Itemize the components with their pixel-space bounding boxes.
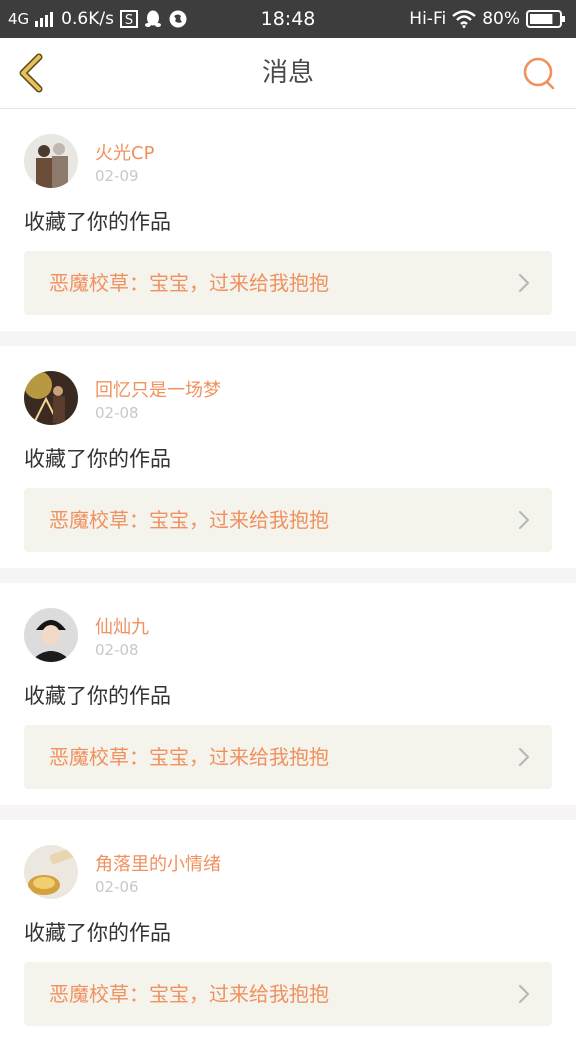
username[interactable]: 角落里的小情绪 [95, 850, 221, 876]
work-link[interactable]: 恶魔校草：宝宝，过来给我抱抱 [24, 251, 552, 315]
message-action: 收藏了你的作品 [24, 921, 171, 945]
message-action: 收藏了你的作品 [24, 210, 171, 234]
chevron-right-icon [518, 273, 530, 293]
username[interactable]: 回忆只是一场梦 [95, 376, 221, 402]
avatar[interactable] [24, 371, 78, 425]
status-bar: 4G 0.6K/s S 18:48 Hi-Fi 80% [0, 0, 576, 38]
avatar[interactable] [24, 134, 78, 188]
username[interactable]: 仙灿九 [95, 613, 149, 639]
work-title: 恶魔校草：宝宝，过来给我抱抱 [49, 271, 329, 295]
battery-icon [526, 9, 566, 29]
nav-bar: 消息 [0, 38, 576, 109]
avatar[interactable] [24, 845, 78, 899]
username[interactable]: 火光CP [95, 139, 154, 165]
avatar[interactable] [24, 608, 78, 662]
work-title: 恶魔校草：宝宝，过来给我抱抱 [49, 508, 329, 532]
chevron-right-icon [518, 510, 530, 530]
message-date: 02-08 [95, 641, 139, 659]
message-list: 火光CP 02-09 收藏了你的作品 恶魔校草：宝宝，过来给我抱抱 回忆只是一场… [0, 109, 576, 1042]
message-card: 回忆只是一场梦 02-08 收藏了你的作品 恶魔校草：宝宝，过来给我抱抱 [0, 346, 576, 568]
divider [0, 568, 576, 583]
status-right: Hi-Fi 80% [409, 0, 566, 38]
message-action: 收藏了你的作品 [24, 684, 171, 708]
work-link[interactable]: 恶魔校草：宝宝，过来给我抱抱 [24, 725, 552, 789]
message-card: 仙灿九 02-08 收藏了你的作品 恶魔校草：宝宝，过来给我抱抱 [0, 583, 576, 805]
divider [0, 331, 576, 346]
search-button[interactable] [520, 55, 558, 93]
search-icon [523, 57, 555, 90]
wifi-icon [452, 10, 476, 28]
page-title: 消息 [261, 58, 314, 88]
message-date: 02-09 [95, 167, 139, 185]
chevron-right-icon [518, 747, 530, 767]
work-link[interactable]: 恶魔校草：宝宝，过来给我抱抱 [24, 488, 552, 552]
hifi-label: Hi-Fi [409, 9, 447, 29]
battery-percent: 80% [482, 9, 520, 29]
chevron-right-icon [518, 984, 530, 1004]
work-title: 恶魔校草：宝宝，过来给我抱抱 [49, 982, 329, 1006]
message-action: 收藏了你的作品 [24, 447, 171, 471]
divider [0, 805, 576, 820]
message-date: 02-06 [95, 878, 139, 896]
message-card: 角落里的小情绪 02-06 收藏了你的作品 恶魔校草：宝宝，过来给我抱抱 [0, 820, 576, 1042]
message-card: 火光CP 02-09 收藏了你的作品 恶魔校草：宝宝，过来给我抱抱 [0, 109, 576, 331]
message-date: 02-08 [95, 404, 139, 422]
work-title: 恶魔校草：宝宝，过来给我抱抱 [49, 745, 329, 769]
work-link[interactable]: 恶魔校草：宝宝，过来给我抱抱 [24, 962, 552, 1026]
